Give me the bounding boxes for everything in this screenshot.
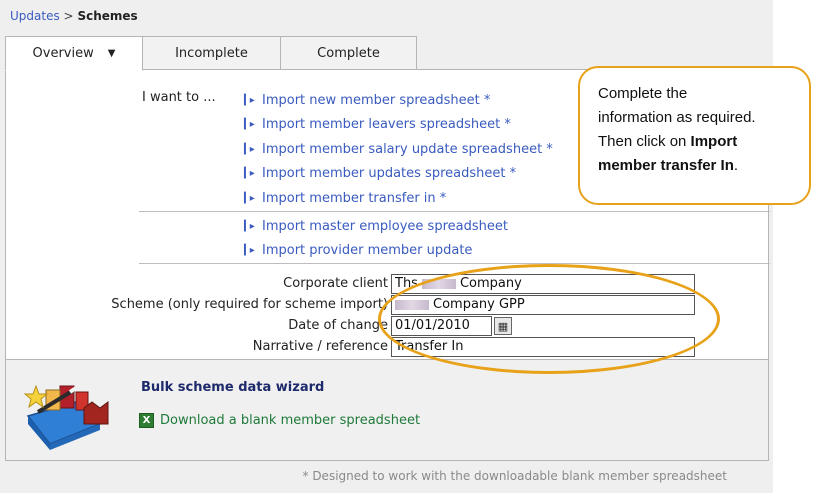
tab-incomplete[interactable]: Incomplete (142, 36, 281, 70)
import-provider-member-link[interactable]: ▎▸ Import provider member update (244, 239, 508, 264)
callout-line: Complete the (598, 85, 688, 102)
arrow-bullet-icon: ▎▸ (244, 119, 255, 131)
callout-text: . (733, 157, 739, 174)
import-member-updates-link[interactable]: ▎▸ Import member updates spreadsheet * (244, 162, 553, 187)
link-label[interactable]: Import member transfer in * (262, 191, 446, 206)
arrow-bullet-icon: ▎▸ (244, 94, 255, 106)
scheme-value-suffix: Company GPP (433, 297, 525, 312)
tab-incomplete-label: Incomplete (175, 45, 248, 61)
import-actions-list: ▎▸ Import new member spreadsheet * ▎▸ Im… (244, 88, 553, 211)
arrow-bullet-icon: ▎▸ (244, 220, 255, 232)
instruction-callout: Complete the information as required. Th… (578, 66, 811, 205)
tab-overview-label: Overview (32, 46, 94, 61)
link-label[interactable]: Import master employee spreadsheet (262, 219, 508, 234)
callout-bold: Import (690, 133, 738, 150)
callout-line: Then click on Import (598, 130, 799, 154)
import-member-transfer-in-link[interactable]: ▎▸ Import member transfer in * (244, 186, 553, 211)
arrow-bullet-icon: ▎▸ (244, 192, 255, 204)
link-label[interactable]: Import new member spreadsheet * (262, 93, 490, 108)
divider (139, 263, 770, 264)
breadcrumb-updates-link[interactable]: Updates (10, 9, 60, 23)
import-member-leavers-link[interactable]: ▎▸ Import member leavers spreadsheet * (244, 113, 553, 138)
tab-overview[interactable]: Overview ▼ (5, 36, 143, 71)
wizard-icon (23, 384, 109, 450)
divider (139, 211, 770, 212)
link-label[interactable]: Import provider member update (262, 243, 472, 258)
date-of-change-label: Date of change (288, 318, 388, 333)
tab-complete-label: Complete (317, 45, 380, 61)
wizard-title: Bulk scheme data wizard (141, 380, 325, 395)
link-label[interactable]: Import member updates spreadsheet * (262, 166, 516, 181)
arrow-bullet-icon: ▎▸ (244, 168, 255, 180)
breadcrumb-current: Schemes (77, 9, 138, 23)
callout-text: Then click on (598, 133, 691, 150)
narrative-label: Narrative / reference (252, 339, 388, 354)
redacted-text (421, 278, 456, 289)
callout-line: member transfer In. (598, 154, 799, 178)
import-new-member-link[interactable]: ▎▸ Import new member spreadsheet * (244, 88, 553, 113)
import-master-employee-link[interactable]: ▎▸ Import master employee spreadsheet (244, 214, 508, 239)
import-actions-list-secondary: ▎▸ Import master employee spreadsheet ▎▸… (244, 214, 508, 263)
import-member-salary-link[interactable]: ▎▸ Import member salary update spreadshe… (244, 137, 553, 162)
breadcrumb: Updates > Schemes (10, 9, 138, 23)
link-label[interactable]: Import member salary update spreadsheet … (262, 142, 553, 157)
corporate-client-value-suffix: Company (459, 276, 522, 291)
redacted-text (395, 299, 429, 310)
download-blank-spreadsheet-link[interactable]: X Download a blank member spreadsheet (139, 413, 420, 428)
calendar-icon[interactable]: ▦ (494, 317, 512, 335)
tab-complete[interactable]: Complete (280, 36, 417, 70)
download-link-label[interactable]: Download a blank member spreadsheet (160, 413, 420, 428)
link-label[interactable]: Import member leavers spreadsheet * (262, 117, 511, 132)
callout-line: information as required. (598, 109, 756, 126)
callout-bold: member transfer In (598, 157, 734, 174)
i-want-to-label: I want to ... (142, 90, 216, 105)
date-of-change-field[interactable]: 01/01/2010 (391, 316, 492, 336)
dropdown-arrow-icon[interactable]: ▼ (108, 48, 116, 59)
corporate-client-field[interactable]: Ths Company (391, 274, 695, 294)
excel-icon: X (139, 413, 154, 428)
breadcrumb-separator: > (63, 9, 74, 23)
arrow-bullet-icon: ▎▸ (244, 245, 255, 257)
scheme-field[interactable]: Company GPP (391, 295, 695, 315)
corporate-client-value-prefix: Ths (395, 276, 418, 291)
corporate-client-label: Corporate client (283, 276, 388, 291)
arrow-bullet-icon: ▎▸ (244, 143, 255, 155)
footnote: * Designed to work with the downloadable… (302, 469, 728, 483)
scheme-label: Scheme (only required for scheme import) (111, 297, 388, 312)
narrative-field[interactable]: Transfer In (391, 337, 695, 357)
wizard-panel: Bulk scheme data wizard X Download a bla… (5, 360, 769, 461)
